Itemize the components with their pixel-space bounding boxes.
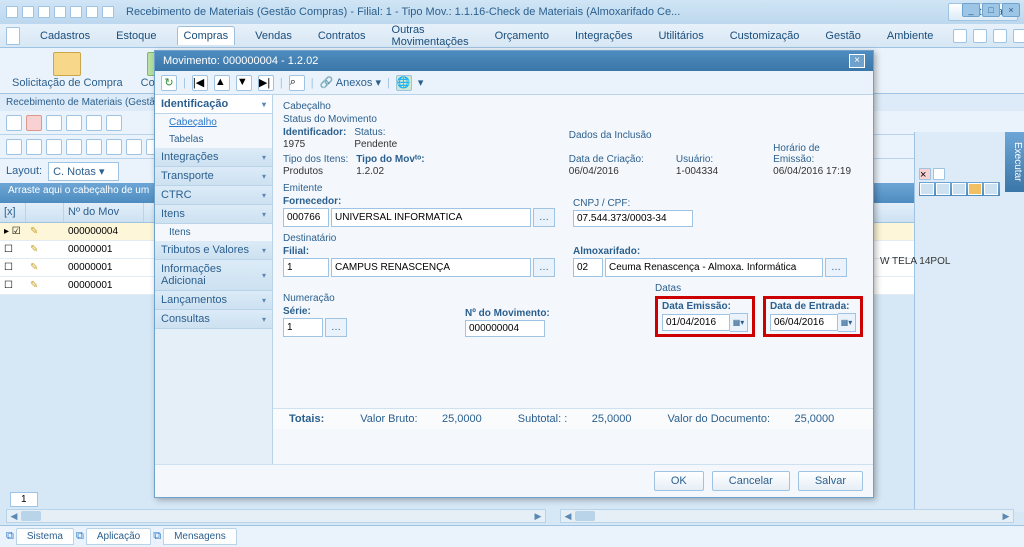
highlight-emission-date: Data Emissão: ▦▾ [655,296,755,337]
almox-lookup-button[interactable]: … [825,258,847,277]
chevron-down-icon: ▾ [262,271,266,280]
sidebar-sec-trib[interactable]: Tributos e Valores▾ [155,241,272,260]
tipoitens-value: Produtos [283,166,348,177]
sidebar-sub-cabecalho[interactable]: Cabeçalho [155,114,272,131]
status-label: Status: [354,127,397,138]
forn-code-input[interactable] [283,208,329,227]
nmov-label: Nº do Movimento: [465,308,550,319]
nmov-input[interactable] [465,320,545,337]
sidebar-sec-cons[interactable]: Consultas▾ [155,310,272,329]
chevron-down-icon: ▾ [262,296,266,305]
group-num: Numeração Série: … Nº do Movimento: [283,293,647,341]
calendar-icon[interactable]: ▦▾ [730,313,748,332]
filial-label: Filial: [283,246,555,257]
chevron-down-icon: ▾ [262,191,266,200]
globe-icon[interactable]: 🌐 [396,75,412,91]
usu-label: Usuário: [676,154,765,165]
serie-label: Série: [283,306,347,317]
chevron-down-icon: ▾ [262,210,266,219]
almox-name-input[interactable] [605,258,823,277]
dcria-label: Data de Criação: [569,154,668,165]
group-legend: Numeração [283,293,647,304]
serie-input[interactable] [283,318,323,337]
modal-backdrop: Movimento: 000000004 - 1.2.02 × ↻ | |◀ ▲… [0,0,1024,547]
refresh-icon[interactable]: ↻ [161,75,177,91]
dialog-close-icon[interactable]: × [849,54,865,68]
dialog-sidebar: Identificação▾ Cabeçalho Tabelas Integra… [155,95,273,465]
first-icon[interactable]: |◀ [192,75,208,91]
hemi-label: Horário de Emissão: [773,143,863,165]
forn-label: Fornecedor: [283,196,555,207]
demi-input[interactable] [662,314,730,331]
attachments-dropdown[interactable]: 🔗 Anexos ▾ [320,76,381,89]
cnpj-input[interactable] [573,210,693,227]
dent-input[interactable] [770,314,838,331]
hemi-value: 06/04/2016 17:19 [773,166,863,177]
dialog-titlebar: Movimento: 000000004 - 1.2.02 × [155,51,873,71]
group-datas: Datas Data Emissão: ▦▾ Data de Entrada: … [655,283,863,341]
sidebar-sec-transp[interactable]: Transporte▾ [155,167,272,186]
dialog-title: Movimento: 000000004 - 1.2.02 [163,55,318,67]
dialog-footer: OK Cancelar Salvar [155,464,873,497]
forn-name-input[interactable] [331,208,531,227]
sidebar-sec-integ[interactable]: Integrações▾ [155,148,272,167]
chevron-down-icon: ▾ [262,100,266,109]
group-emitente: Emitente Fornecedor: … CNPJ / CPF: [283,183,863,227]
status-value: Pendente [354,139,397,150]
tipomov-value: 1.2.02 [356,166,424,177]
search-icon[interactable]: ⌕ [289,75,305,91]
ident-label: Identificador: [283,127,346,138]
movement-dialog: Movimento: 000000004 - 1.2.02 × ↻ | |◀ ▲… [154,50,874,498]
dcria-value: 06/04/2016 [569,166,668,177]
group-legend: Destinatário [283,233,863,244]
group-dest: Destinatário Filial: … Almoxarifado: [283,233,863,277]
chevron-down-icon: ▾ [262,246,266,255]
serie-lookup-button[interactable]: … [325,318,347,337]
globe-dd[interactable]: ▾ [418,76,424,89]
highlight-entry-date: Data de Entrada: ▦▾ [763,296,863,337]
totals-bar: Totais: Valor Bruto: 25,0000 Subtotal: :… [273,408,873,429]
almox-code-input[interactable] [573,258,603,277]
chevron-down-icon: ▾ [262,153,266,162]
sidebar-sec-info[interactable]: Informações Adicionai▾ [155,260,272,291]
chevron-down-icon: ▾ [262,172,266,181]
totals-label: Totais: [289,413,324,425]
ident-value: 1975 [283,139,346,150]
filial-code-input[interactable] [283,258,329,277]
calendar-icon[interactable]: ▦▾ [838,313,856,332]
sidebar-sec-itens[interactable]: Itens▾ [155,205,272,224]
group-legend: Datas [655,283,863,294]
status-legend: Status do Movimento [283,114,561,125]
dialog-toolbar: ↻ | |◀ ▲ ▼ ▶| | ⌕ | 🔗 Anexos ▾ | 🌐▾ [155,71,873,95]
sidebar-sec-ctrc[interactable]: CTRC▾ [155,186,272,205]
almox-label: Almoxarifado: [573,246,847,257]
dialog-content: Cabeçalho Status do Movimento Identifica… [273,95,873,465]
prev-icon[interactable]: ▲ [214,75,230,91]
sidebar-sec-ident[interactable]: Identificação▾ [155,95,272,114]
sidebar-sub-tabelas[interactable]: Tabelas [155,131,272,148]
cnpj-label: CNPJ / CPF: [573,198,693,209]
usu-value: 1-004334 [676,166,765,177]
sidebar-sec-lanc[interactable]: Lançamentos▾ [155,291,272,310]
group-cabecalho: Cabeçalho Status do Movimento Identifica… [283,101,863,177]
demi-label: Data Emissão: [662,301,748,312]
group-legend: Emitente [283,183,863,194]
cancel-button[interactable]: Cancelar [712,471,790,491]
save-button[interactable]: Salvar [798,471,863,491]
next-icon[interactable]: ▼ [236,75,252,91]
sidebar-sub-itens[interactable]: Itens [155,224,272,241]
ok-button[interactable]: OK [654,471,704,491]
filial-lookup-button[interactable]: … [533,258,555,277]
tipoitens-label: Tipo dos Itens: [283,154,348,165]
dent-label: Data de Entrada: [770,301,856,312]
incl-legend: Dados da Inclusão [569,130,863,141]
chevron-down-icon: ▾ [262,315,266,324]
forn-lookup-button[interactable]: … [533,208,555,227]
tipomov-label: Tipo do Movᵗᵒ: [356,154,424,165]
filial-name-input[interactable] [331,258,531,277]
group-legend: Cabeçalho [283,101,863,112]
last-icon[interactable]: ▶| [258,75,274,91]
